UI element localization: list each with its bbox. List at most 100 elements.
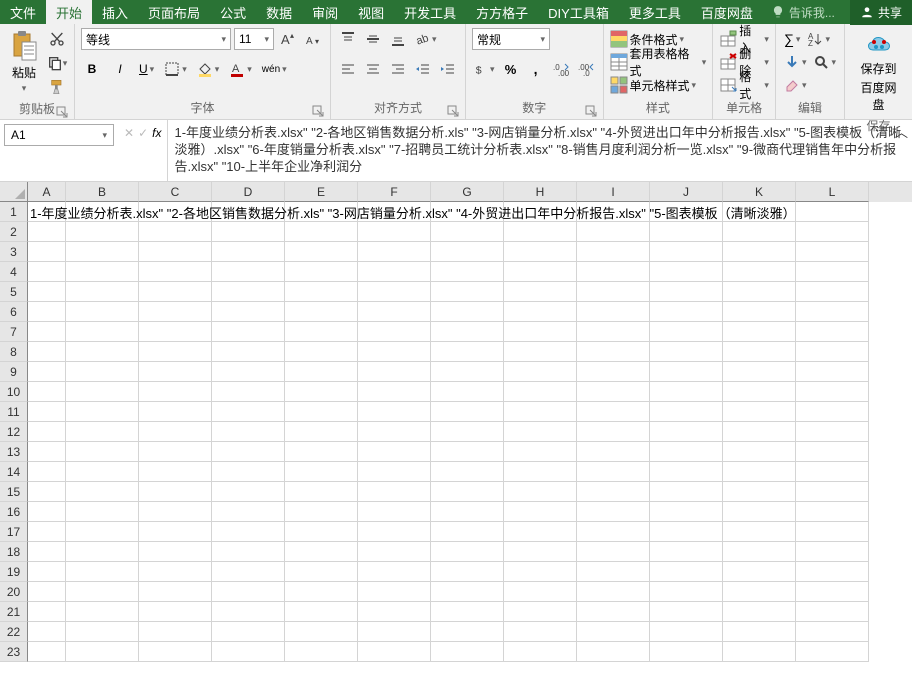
cell-D10[interactable] <box>212 382 285 402</box>
cell-F17[interactable] <box>358 522 431 542</box>
cell-K13[interactable] <box>723 442 796 462</box>
cell-E11[interactable] <box>285 402 358 422</box>
cell-L3[interactable] <box>796 242 869 262</box>
cell-G9[interactable] <box>431 362 504 382</box>
cell-D11[interactable] <box>212 402 285 422</box>
cell-A18[interactable] <box>28 542 66 562</box>
cell-G6[interactable] <box>431 302 504 322</box>
orientation-button[interactable]: ab▾ <box>412 28 439 50</box>
paste-button[interactable]: 粘贴 ▾ <box>6 28 42 96</box>
percent-button[interactable]: % <box>500 58 522 80</box>
clipboard-launcher[interactable] <box>56 106 68 118</box>
cell-K20[interactable] <box>723 582 796 602</box>
cell-L4[interactable] <box>796 262 869 282</box>
number-format-combo[interactable]: 常规▾ <box>472 28 550 50</box>
cell-D19[interactable] <box>212 562 285 582</box>
cell-E9[interactable] <box>285 362 358 382</box>
menu-fangfang[interactable]: 方方格子 <box>466 0 538 26</box>
cell-I7[interactable] <box>577 322 650 342</box>
cell-K5[interactable] <box>723 282 796 302</box>
cell-H4[interactable] <box>504 262 577 282</box>
cell-D2[interactable] <box>212 222 285 242</box>
cell-C7[interactable] <box>139 322 212 342</box>
cancel-formula-button[interactable]: ✕ <box>124 126 134 140</box>
cell-E20[interactable] <box>285 582 358 602</box>
cell-styles-button[interactable]: 单元格样式▾ <box>610 74 707 96</box>
cell-J12[interactable] <box>650 422 723 442</box>
cell-G3[interactable] <box>431 242 504 262</box>
cell-F13[interactable] <box>358 442 431 462</box>
cell-B19[interactable] <box>66 562 139 582</box>
comma-button[interactable]: , <box>525 58 547 80</box>
cell-F21[interactable] <box>358 602 431 622</box>
cell-F6[interactable] <box>358 302 431 322</box>
cell-F20[interactable] <box>358 582 431 602</box>
cell-H15[interactable] <box>504 482 577 502</box>
cell-E4[interactable] <box>285 262 358 282</box>
cell-C13[interactable] <box>139 442 212 462</box>
cut-button[interactable] <box>46 28 68 50</box>
cell-H9[interactable] <box>504 362 577 382</box>
cell-A7[interactable] <box>28 322 66 342</box>
cell-F15[interactable] <box>358 482 431 502</box>
cell-E12[interactable] <box>285 422 358 442</box>
cell-F16[interactable] <box>358 502 431 522</box>
cell-H2[interactable] <box>504 222 577 242</box>
cell-I2[interactable] <box>577 222 650 242</box>
save-to-cloud-button[interactable]: 保存到 百度网盘 <box>851 28 906 115</box>
cell-E5[interactable] <box>285 282 358 302</box>
cell-K2[interactable] <box>723 222 796 242</box>
row-header-15[interactable]: 15 <box>0 482 28 502</box>
formula-bar[interactable]: 1-年度业绩分析表.xlsx" "2-各地区销售数据分析.xls" "3-网店销… <box>167 120 912 181</box>
cell-G18[interactable] <box>431 542 504 562</box>
cell-K22[interactable] <box>723 622 796 642</box>
cell-I19[interactable] <box>577 562 650 582</box>
cell-K21[interactable] <box>723 602 796 622</box>
cell-D14[interactable] <box>212 462 285 482</box>
cell-C3[interactable] <box>139 242 212 262</box>
cell-K11[interactable] <box>723 402 796 422</box>
cell-L9[interactable] <box>796 362 869 382</box>
cell-I5[interactable] <box>577 282 650 302</box>
cell-F23[interactable] <box>358 642 431 662</box>
cell-H17[interactable] <box>504 522 577 542</box>
cell-B8[interactable] <box>66 342 139 362</box>
cell-B12[interactable] <box>66 422 139 442</box>
font-size-combo[interactable]: 11▾ <box>234 28 274 50</box>
menu-view[interactable]: 视图 <box>348 0 394 26</box>
cell-L22[interactable] <box>796 622 869 642</box>
cell-G11[interactable] <box>431 402 504 422</box>
cell-G22[interactable] <box>431 622 504 642</box>
cell-K8[interactable] <box>723 342 796 362</box>
cell-C9[interactable] <box>139 362 212 382</box>
col-header-H[interactable]: H <box>504 182 577 202</box>
cell-J23[interactable] <box>650 642 723 662</box>
row-header-16[interactable]: 16 <box>0 502 28 522</box>
cell-A8[interactable] <box>28 342 66 362</box>
cells-area[interactable]: 1-年度业绩分析表.xlsx" "2-各地区销售数据分析.xls" "3-网店销… <box>28 202 912 662</box>
menu-devtools[interactable]: 开发工具 <box>394 0 466 26</box>
cell-L5[interactable] <box>796 282 869 302</box>
cell-L18[interactable] <box>796 542 869 562</box>
cell-I11[interactable] <box>577 402 650 422</box>
col-header-D[interactable]: D <box>212 182 285 202</box>
cell-I20[interactable] <box>577 582 650 602</box>
share-button[interactable]: 共享 <box>850 0 912 25</box>
tell-me[interactable]: 告诉我... <box>771 4 835 21</box>
cell-J16[interactable] <box>650 502 723 522</box>
cell-C8[interactable] <box>139 342 212 362</box>
menu-insert[interactable]: 插入 <box>92 0 138 26</box>
cell-L19[interactable] <box>796 562 869 582</box>
menu-formula[interactable]: 公式 <box>210 0 256 26</box>
cell-I23[interactable] <box>577 642 650 662</box>
cell-C4[interactable] <box>139 262 212 282</box>
format-painter-button[interactable] <box>46 76 68 98</box>
cell-A12[interactable] <box>28 422 66 442</box>
autosum-button[interactable]: ∑▾ <box>782 28 803 50</box>
cell-C17[interactable] <box>139 522 212 542</box>
cell-F4[interactable] <box>358 262 431 282</box>
cell-C18[interactable] <box>139 542 212 562</box>
menu-more[interactable]: 更多工具 <box>619 0 691 26</box>
cell-E22[interactable] <box>285 622 358 642</box>
cell-A5[interactable] <box>28 282 66 302</box>
